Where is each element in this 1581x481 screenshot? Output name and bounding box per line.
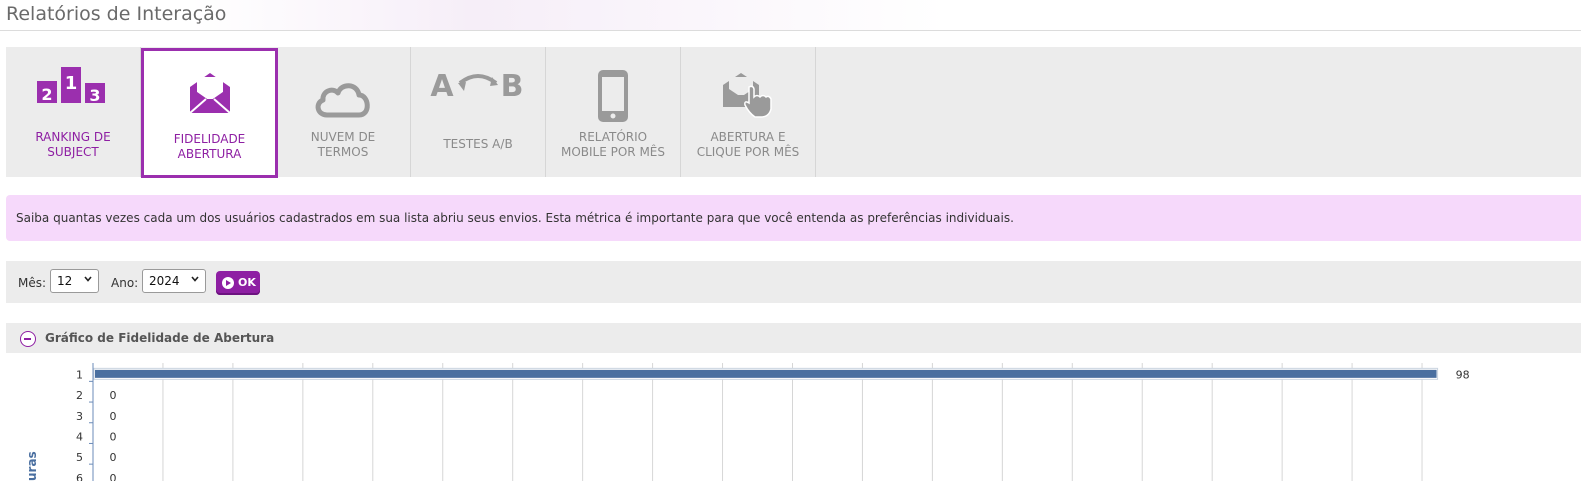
year-select-value: 2024	[149, 274, 180, 288]
ok-button[interactable]: OK	[216, 271, 260, 295]
y-tick-label: 4	[76, 430, 83, 443]
chart-bars	[93, 367, 1439, 380]
y-tick-label: 3	[76, 410, 83, 423]
tab-ranking-de-subject[interactable]: 2 1 3 RANKING DE SUBJECT	[6, 47, 141, 177]
month-label: Mês:	[18, 276, 47, 290]
tab-label: ABERTURA E CLIQUE POR MÊS	[696, 130, 800, 159]
value-label: 0	[110, 451, 117, 464]
year-select[interactable]: 2024	[142, 269, 206, 293]
tab-label: RANKING DE SUBJECT	[35, 130, 111, 159]
info-text: Saiba quantas vezes cada um dos usuários…	[16, 211, 1014, 225]
chart-value-labels: 98 0 0 0 0 0	[110, 368, 1470, 481]
play-circle-icon	[222, 277, 234, 289]
ab-test-letter-b: B	[501, 69, 524, 103]
open-envelope-icon	[144, 69, 275, 121]
chevron-down-icon	[84, 276, 92, 282]
ab-test-icon: A B	[411, 69, 545, 121]
page-title: Relatórios de Interação	[6, 3, 227, 25]
y-tick-label: 2	[76, 389, 83, 402]
envelope-click-icon	[681, 69, 815, 121]
tab-fidelidade-abertura[interactable]: FIDELIDADE ABERTURA	[141, 48, 278, 178]
ranking-podium-icon: 2 1 3	[6, 67, 140, 119]
month-select[interactable]: 12	[50, 269, 99, 293]
y-tick-label: 5	[76, 451, 83, 464]
podium-third-digit: 3	[89, 86, 100, 105]
year-label: Ano:	[111, 276, 139, 290]
y-tick-label: 1	[76, 368, 83, 381]
filter-bar: Mês: 12 Ano: 2024 OK	[6, 261, 1581, 303]
tab-label: TESTES A/B	[443, 137, 513, 151]
chart-grid	[162, 363, 1423, 481]
bar	[95, 369, 1437, 378]
month-select-value: 12	[57, 274, 73, 288]
value-label: 98	[1456, 368, 1470, 381]
page-header: Relatórios de Interação	[0, 0, 1581, 31]
podium-first-digit: 1	[65, 73, 78, 94]
tab-label: NUVEM DE TERMOS	[310, 130, 376, 159]
cloud-icon	[276, 79, 410, 131]
ok-button-label: OK	[238, 276, 256, 289]
value-label: 0	[110, 410, 117, 423]
report-tabs: 2 1 3 RANKING DE SUBJECT FIDELIDADE ABER…	[6, 47, 1581, 178]
tab-nuvem-de-termos[interactable]: NUVEM DE TERMOS	[276, 47, 411, 177]
chart-section-title: Gráfico de Fidelidade de Abertura	[45, 331, 275, 345]
collapse-icon[interactable]	[20, 331, 36, 347]
tab-label: FIDELIDADE ABERTURA	[173, 132, 246, 161]
tab-testes-ab[interactable]: A B TESTES A/B	[411, 47, 546, 177]
value-label: 0	[110, 389, 117, 402]
tab-relatorio-mobile-por-mes[interactable]: RELATÓRIO MOBILE POR MÊS	[546, 47, 681, 177]
chevron-down-icon	[191, 276, 199, 282]
chart-section-header: Gráfico de Fidelidade de Abertura	[6, 323, 1581, 353]
chart-y-axis-label: uras	[25, 451, 39, 481]
fidelity-chart: 1 2 3 4 5 6 98 0 0 0 0 0 uras	[25, 363, 1470, 481]
chart-tick-labels: 1 2 3 4 5 6	[76, 368, 83, 481]
value-label: 0	[110, 472, 117, 481]
podium-second-digit: 2	[41, 85, 52, 104]
tab-abertura-e-clique-por-mes[interactable]: ABERTURA E CLIQUE POR MÊS	[681, 47, 816, 177]
value-label: 0	[110, 430, 117, 443]
ab-test-letter-a: A	[430, 69, 454, 103]
y-tick-label: 6	[76, 472, 83, 481]
chart-axis	[89, 363, 94, 481]
info-box: Saiba quantas vezes cada um dos usuários…	[6, 195, 1581, 241]
tab-label: RELATÓRIO MOBILE POR MÊS	[560, 130, 666, 159]
mobile-phone-icon	[546, 69, 680, 122]
